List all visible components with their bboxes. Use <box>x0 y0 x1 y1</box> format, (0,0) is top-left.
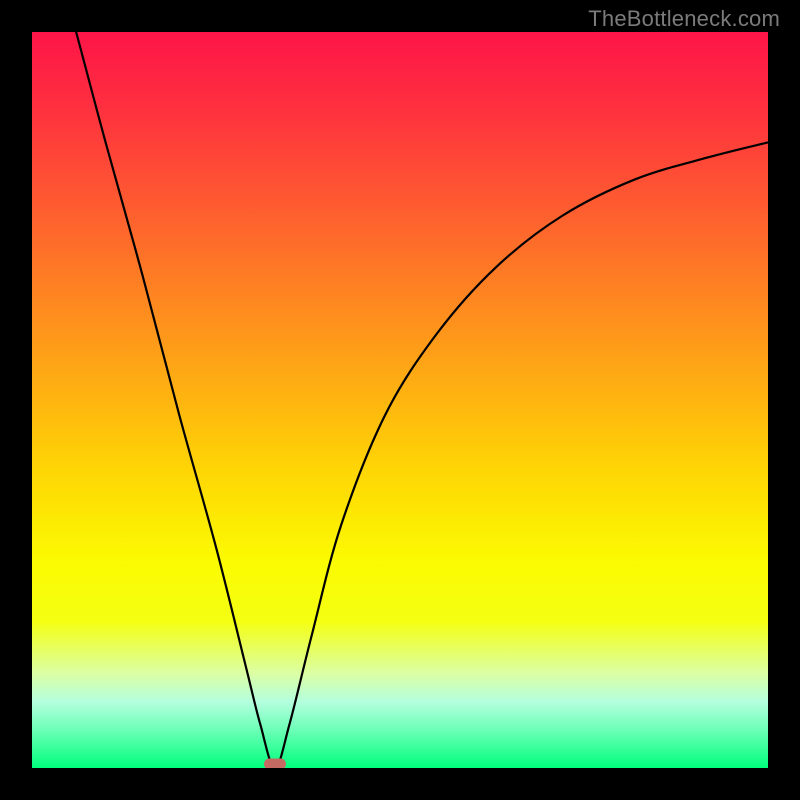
minimum-marker <box>264 759 286 769</box>
bottleneck-curve <box>32 32 768 768</box>
plot-area <box>32 32 768 768</box>
watermark-text: TheBottleneck.com <box>588 6 780 32</box>
chart-frame: TheBottleneck.com <box>0 0 800 800</box>
